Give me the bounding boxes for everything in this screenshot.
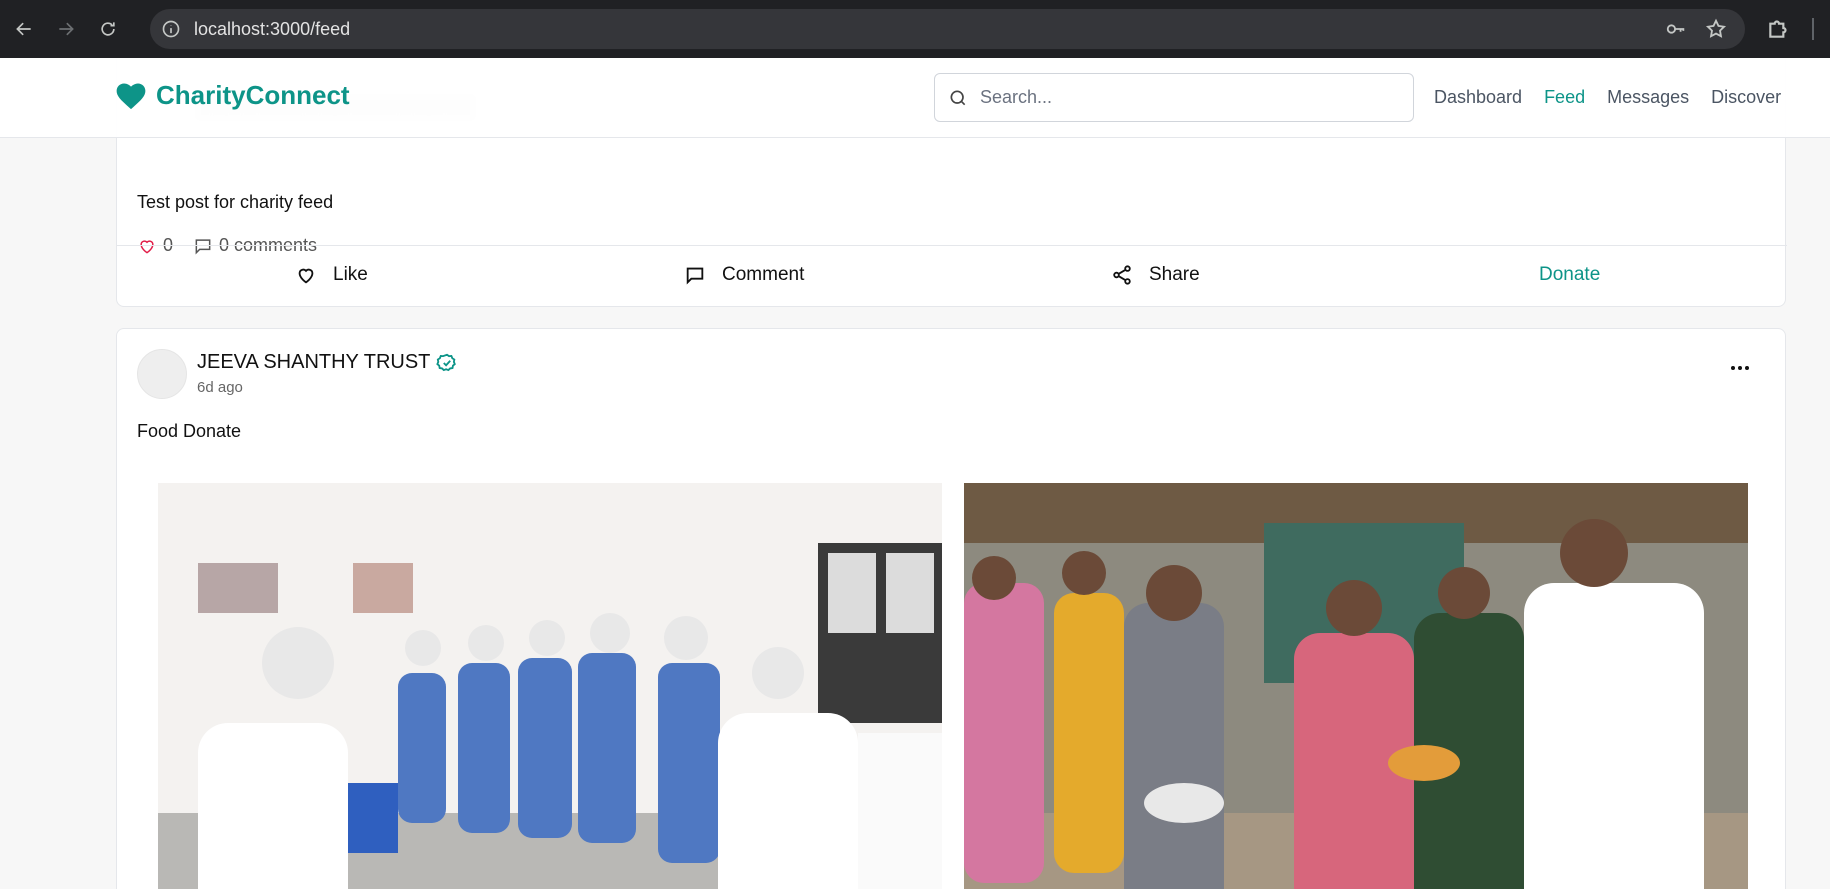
post-card: JEEVA SHANTHY TRUST 6d ago Food Donate	[116, 328, 1786, 889]
arrow-left-icon	[16, 22, 31, 36]
author-name: JEEVA SHANTHY TRUST	[197, 351, 431, 373]
avatar[interactable]	[137, 349, 187, 399]
post-photo-kitchen[interactable]	[158, 483, 942, 889]
puzzle-icon	[1769, 20, 1787, 38]
heart-icon	[298, 268, 314, 284]
dot-icon	[1731, 366, 1735, 370]
search-icon	[950, 90, 966, 105]
dot-icon	[1738, 366, 1742, 370]
app-header: CharityConnect Dashboard Feed Messages D…	[0, 58, 1830, 138]
reload-button[interactable]	[90, 11, 126, 47]
feed-page: ██████████████████ CharityConnect Dashbo…	[0, 58, 1830, 889]
donate-button[interactable]: Donate	[1539, 264, 1600, 286]
post-photo-food-distribution[interactable]	[964, 483, 1748, 889]
star-icon[interactable]	[1705, 18, 1727, 40]
address-bar[interactable]: localhost:3000/feed	[150, 9, 1745, 49]
back-button[interactable]	[6, 11, 42, 47]
comment-label: Comment	[722, 264, 805, 285]
post-text: Test post for charity feed	[137, 192, 334, 212]
extensions-button[interactable]	[1766, 15, 1794, 43]
main-nav: Dashboard Feed Messages Discover	[1434, 87, 1781, 108]
search-box[interactable]	[934, 73, 1414, 122]
brand-name: CharityConnect	[156, 80, 350, 110]
search-input[interactable]	[980, 87, 1400, 108]
comment-button[interactable]: Comment	[684, 264, 804, 286]
share-label: Share	[1149, 264, 1200, 285]
like-button[interactable]: Like	[295, 264, 368, 286]
post-author[interactable]: JEEVA SHANTHY TRUST	[197, 351, 458, 374]
share-button[interactable]: Share	[1111, 264, 1200, 286]
toolbar-divider	[1812, 18, 1814, 40]
nav-dashboard[interactable]: Dashboard	[1434, 87, 1522, 108]
forward-button[interactable]	[48, 11, 84, 47]
site-info-icon[interactable]	[160, 18, 182, 40]
post-actions: Like Comment Share Donate	[117, 245, 1787, 305]
post-time: 6d ago	[197, 379, 243, 396]
heart-icon	[116, 83, 146, 109]
nav-messages[interactable]: Messages	[1607, 87, 1689, 108]
nav-feed[interactable]: Feed	[1544, 87, 1585, 108]
share-icon	[1113, 265, 1131, 285]
nav-discover[interactable]: Discover	[1711, 87, 1781, 108]
verified-badge-icon	[436, 353, 457, 371]
key-icon[interactable]	[1665, 18, 1687, 40]
brand-logo[interactable]: CharityConnect	[116, 80, 350, 111]
like-label: Like	[333, 264, 368, 285]
url-text: localhost:3000/feed	[194, 18, 351, 39]
dot-icon	[1745, 366, 1749, 370]
post-text: Food Donate	[137, 421, 242, 441]
arrow-right-icon	[59, 22, 74, 36]
comment-icon	[686, 267, 704, 285]
post-photos	[158, 483, 1748, 889]
reload-icon	[101, 22, 115, 36]
more-options-button[interactable]	[1731, 363, 1755, 373]
browser-toolbar: localhost:3000/feed	[0, 0, 1830, 58]
